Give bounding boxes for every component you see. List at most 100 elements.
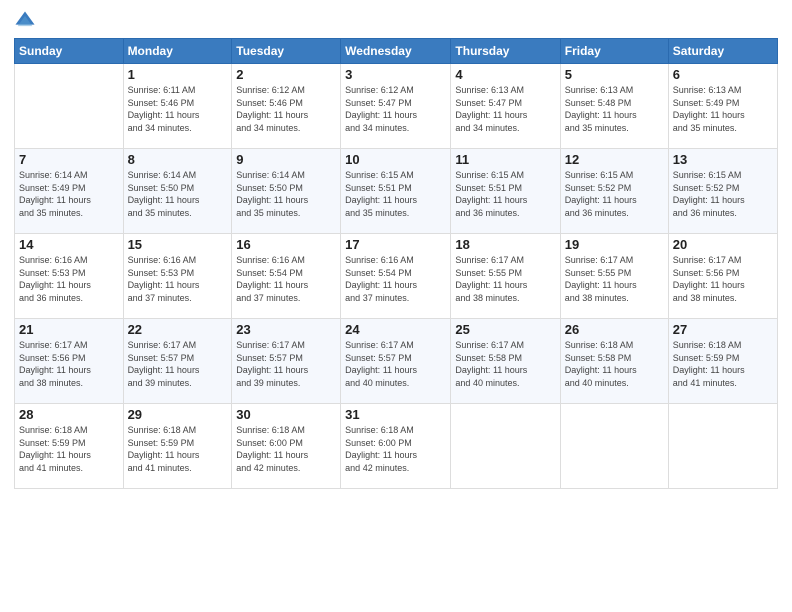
day-info: Sunrise: 6:17 AMSunset: 5:58 PMDaylight:… [455, 339, 555, 389]
calendar-cell: 3 Sunrise: 6:12 AMSunset: 5:47 PMDaylight… [341, 64, 451, 149]
weekday-header-saturday: Saturday [668, 39, 777, 64]
day-info: Sunrise: 6:15 AMSunset: 5:51 PMDaylight:… [345, 169, 446, 219]
calendar-cell [15, 64, 124, 149]
day-info: Sunrise: 6:13 AMSunset: 5:47 PMDaylight:… [455, 84, 555, 134]
day-number: 7 [19, 152, 119, 167]
day-info: Sunrise: 6:14 AMSunset: 5:50 PMDaylight:… [128, 169, 228, 219]
day-info: Sunrise: 6:17 AMSunset: 5:56 PMDaylight:… [19, 339, 119, 389]
day-number: 30 [236, 407, 336, 422]
calendar-table: SundayMondayTuesdayWednesdayThursdayFrid… [14, 38, 778, 489]
day-number: 8 [128, 152, 228, 167]
day-number: 1 [128, 67, 228, 82]
day-info: Sunrise: 6:15 AMSunset: 5:51 PMDaylight:… [455, 169, 555, 219]
day-info: Sunrise: 6:16 AMSunset: 5:54 PMDaylight:… [345, 254, 446, 304]
calendar-cell [668, 404, 777, 489]
calendar-cell: 27 Sunrise: 6:18 AMSunset: 5:59 PMDayligh… [668, 319, 777, 404]
day-info: Sunrise: 6:17 AMSunset: 5:56 PMDaylight:… [673, 254, 773, 304]
calendar-cell: 13 Sunrise: 6:15 AMSunset: 5:52 PMDayligh… [668, 149, 777, 234]
day-info: Sunrise: 6:17 AMSunset: 5:55 PMDaylight:… [565, 254, 664, 304]
day-number: 17 [345, 237, 446, 252]
day-info: Sunrise: 6:13 AMSunset: 5:49 PMDaylight:… [673, 84, 773, 134]
calendar-cell: 15 Sunrise: 6:16 AMSunset: 5:53 PMDayligh… [123, 234, 232, 319]
calendar-cell: 21 Sunrise: 6:17 AMSunset: 5:56 PMDayligh… [15, 319, 124, 404]
day-info: Sunrise: 6:18 AMSunset: 5:58 PMDaylight:… [565, 339, 664, 389]
logo [14, 10, 40, 32]
calendar-cell: 23 Sunrise: 6:17 AMSunset: 5:57 PMDayligh… [232, 319, 341, 404]
day-number: 2 [236, 67, 336, 82]
day-number: 27 [673, 322, 773, 337]
day-number: 22 [128, 322, 228, 337]
weekday-header-wednesday: Wednesday [341, 39, 451, 64]
calendar-cell: 14 Sunrise: 6:16 AMSunset: 5:53 PMDayligh… [15, 234, 124, 319]
day-number: 3 [345, 67, 446, 82]
calendar-cell: 6 Sunrise: 6:13 AMSunset: 5:49 PMDaylight… [668, 64, 777, 149]
weekday-header-tuesday: Tuesday [232, 39, 341, 64]
calendar-cell: 20Sunrise: 6:17 AMSunset: 5:56 PMDayligh… [668, 234, 777, 319]
day-number: 23 [236, 322, 336, 337]
day-number: 13 [673, 152, 773, 167]
day-info: Sunrise: 6:14 AMSunset: 5:49 PMDaylight:… [19, 169, 119, 219]
day-info: Sunrise: 6:15 AMSunset: 5:52 PMDaylight:… [673, 169, 773, 219]
day-number: 14 [19, 237, 119, 252]
day-number: 24 [345, 322, 446, 337]
day-info: Sunrise: 6:16 AMSunset: 5:53 PMDaylight:… [128, 254, 228, 304]
calendar-cell: 7 Sunrise: 6:14 AMSunset: 5:49 PMDaylight… [15, 149, 124, 234]
weekday-header-monday: Monday [123, 39, 232, 64]
day-info: Sunrise: 6:17 AMSunset: 5:57 PMDaylight:… [236, 339, 336, 389]
day-number: 10 [345, 152, 446, 167]
weekday-header-row: SundayMondayTuesdayWednesdayThursdayFrid… [15, 39, 778, 64]
day-number: 15 [128, 237, 228, 252]
calendar-cell: 11Sunrise: 6:15 AMSunset: 5:51 PMDayligh… [451, 149, 560, 234]
day-number: 12 [565, 152, 664, 167]
week-row-2: 7 Sunrise: 6:14 AMSunset: 5:49 PMDaylight… [15, 149, 778, 234]
calendar-cell: 29 Sunrise: 6:18 AMSunset: 5:59 PMDayligh… [123, 404, 232, 489]
day-info: Sunrise: 6:12 AMSunset: 5:47 PMDaylight:… [345, 84, 446, 134]
day-info: Sunrise: 6:12 AMSunset: 5:46 PMDaylight:… [236, 84, 336, 134]
weekday-header-sunday: Sunday [15, 39, 124, 64]
day-info: Sunrise: 6:18 AMSunset: 6:00 PMDaylight:… [236, 424, 336, 474]
weekday-header-friday: Friday [560, 39, 668, 64]
calendar-cell: 17 Sunrise: 6:16 AMSunset: 5:54 PMDayligh… [341, 234, 451, 319]
day-number: 25 [455, 322, 555, 337]
day-info: Sunrise: 6:17 AMSunset: 5:57 PMDaylight:… [345, 339, 446, 389]
day-number: 29 [128, 407, 228, 422]
calendar-cell: 24 Sunrise: 6:17 AMSunset: 5:57 PMDayligh… [341, 319, 451, 404]
calendar-cell: 10 Sunrise: 6:15 AMSunset: 5:51 PMDayligh… [341, 149, 451, 234]
day-number: 21 [19, 322, 119, 337]
calendar-cell: 4Sunrise: 6:13 AMSunset: 5:47 PMDaylight… [451, 64, 560, 149]
page: SundayMondayTuesdayWednesdayThursdayFrid… [0, 0, 792, 612]
day-info: Sunrise: 6:18 AMSunset: 5:59 PMDaylight:… [673, 339, 773, 389]
calendar-cell: 26 Sunrise: 6:18 AMSunset: 5:58 PMDayligh… [560, 319, 668, 404]
calendar-cell: 22 Sunrise: 6:17 AMSunset: 5:57 PMDayligh… [123, 319, 232, 404]
day-info: Sunrise: 6:15 AMSunset: 5:52 PMDaylight:… [565, 169, 664, 219]
week-row-5: 28 Sunrise: 6:18 AMSunset: 5:59 PMDayligh… [15, 404, 778, 489]
day-info: Sunrise: 6:16 AMSunset: 5:53 PMDaylight:… [19, 254, 119, 304]
calendar-cell [451, 404, 560, 489]
calendar-cell [560, 404, 668, 489]
calendar-cell: 30 Sunrise: 6:18 AMSunset: 6:00 PMDayligh… [232, 404, 341, 489]
day-info: Sunrise: 6:17 AMSunset: 5:57 PMDaylight:… [128, 339, 228, 389]
week-row-4: 21 Sunrise: 6:17 AMSunset: 5:56 PMDayligh… [15, 319, 778, 404]
day-info: Sunrise: 6:18 AMSunset: 5:59 PMDaylight:… [128, 424, 228, 474]
weekday-header-thursday: Thursday [451, 39, 560, 64]
day-info: Sunrise: 6:13 AMSunset: 5:48 PMDaylight:… [565, 84, 664, 134]
calendar-cell: 9Sunrise: 6:14 AMSunset: 5:50 PMDaylight… [232, 149, 341, 234]
day-number: 26 [565, 322, 664, 337]
day-number: 6 [673, 67, 773, 82]
day-number: 16 [236, 237, 336, 252]
day-info: Sunrise: 6:11 AMSunset: 5:46 PMDaylight:… [128, 84, 228, 134]
day-number: 19 [565, 237, 664, 252]
calendar-cell: 5 Sunrise: 6:13 AMSunset: 5:48 PMDaylight… [560, 64, 668, 149]
day-number: 28 [19, 407, 119, 422]
calendar-cell: 19 Sunrise: 6:17 AMSunset: 5:55 PMDayligh… [560, 234, 668, 319]
day-info: Sunrise: 6:17 AMSunset: 5:55 PMDaylight:… [455, 254, 555, 304]
logo-icon [14, 10, 36, 32]
calendar-cell: 16Sunrise: 6:16 AMSunset: 5:54 PMDayligh… [232, 234, 341, 319]
day-number: 9 [236, 152, 336, 167]
week-row-3: 14 Sunrise: 6:16 AMSunset: 5:53 PMDayligh… [15, 234, 778, 319]
day-info: Sunrise: 6:18 AMSunset: 6:00 PMDaylight:… [345, 424, 446, 474]
day-number: 31 [345, 407, 446, 422]
calendar-cell: 12 Sunrise: 6:15 AMSunset: 5:52 PMDayligh… [560, 149, 668, 234]
calendar-cell: 25 Sunrise: 6:17 AMSunset: 5:58 PMDayligh… [451, 319, 560, 404]
day-number: 5 [565, 67, 664, 82]
